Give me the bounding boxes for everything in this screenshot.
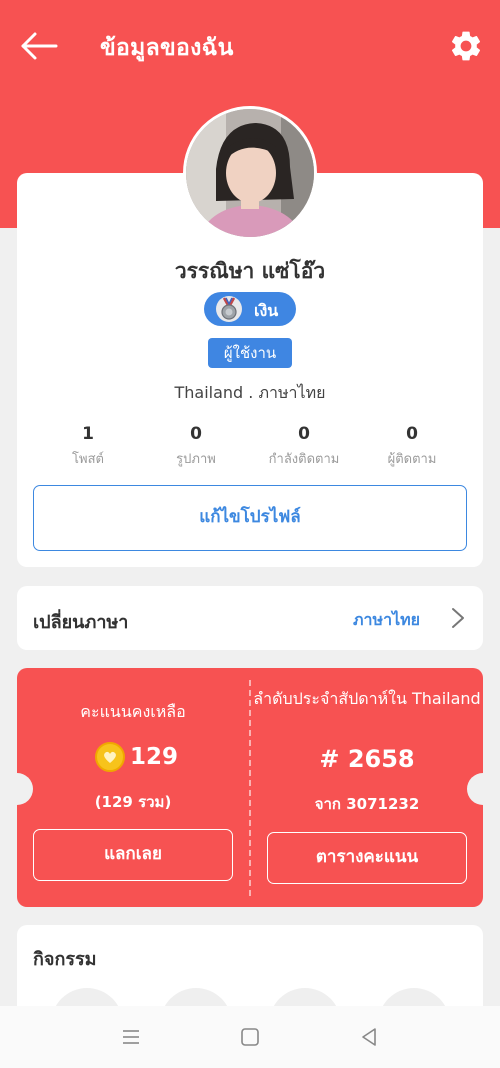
menu-icon[interactable]	[120, 1026, 142, 1048]
location-language: Thailand . ภาษาไทย	[174, 383, 326, 402]
stat-label: กำลังติดตาม	[268, 452, 340, 467]
stat-label: ผู้ติดตาม	[387, 452, 437, 467]
back-arrow-icon	[21, 32, 58, 60]
stat-photos[interactable]: 0 รูปภาพ	[136, 424, 256, 469]
activity-title: กิจกรรม	[33, 949, 97, 970]
stat-following[interactable]: 0 กำลังติดตาม	[244, 424, 364, 469]
tier-label: เงิน	[254, 301, 279, 320]
stat-value: 0	[298, 424, 310, 444]
avatar[interactable]	[183, 106, 317, 240]
points-divider	[249, 680, 251, 896]
stat-followers[interactable]: 0 ผู้ติดตาม	[352, 424, 472, 469]
stat-posts[interactable]: 1 โพสต์	[28, 424, 148, 469]
settings-button[interactable]	[448, 28, 484, 64]
tier-badge: เงิน	[204, 292, 296, 326]
weekly-rank-title: ลำดับประจำสัปดาห์ใน Thailand	[253, 689, 481, 708]
change-language-label: เปลี่ยนภาษา	[33, 612, 129, 633]
chevron-right-icon	[452, 608, 464, 628]
system-nav-bar	[0, 1006, 500, 1068]
stat-label: โพสต์	[72, 452, 104, 467]
stat-label: รูปภาพ	[176, 452, 216, 467]
back-triangle-icon[interactable]	[358, 1026, 380, 1048]
points-total: (129 รวม)	[94, 793, 172, 811]
points-balance-value: 129	[130, 744, 179, 770]
role-badge: ผู้ใช้งาน	[208, 338, 292, 368]
weekly-rank-total: จาก 3071232	[314, 795, 420, 813]
page-title: ข้อมูลของฉัน	[100, 35, 234, 61]
stat-value: 1	[82, 424, 94, 444]
current-language-value: ภาษาไทย	[353, 610, 421, 629]
user-name: วรรณิษา แซ่โอ๊ว	[174, 259, 326, 283]
points-balance-label: คะแนนคงเหลือ	[80, 702, 186, 721]
redeem-button[interactable]: แลกเลย	[33, 829, 233, 881]
home-square-icon[interactable]	[239, 1026, 261, 1048]
leaderboard-button[interactable]: ตารางคะแนน	[267, 832, 467, 884]
coin-icon	[95, 742, 125, 772]
edit-profile-button[interactable]: แก้ไขโปรไฟล์	[33, 485, 467, 551]
gear-icon	[451, 31, 481, 61]
back-button[interactable]	[18, 28, 60, 64]
stat-value: 0	[406, 424, 418, 444]
medal-icon	[216, 296, 242, 322]
change-language-row[interactable]: เปลี่ยนภาษา ภาษาไทย	[17, 586, 483, 650]
weekly-rank-value: # 2658	[319, 745, 415, 773]
stat-value: 0	[190, 424, 202, 444]
